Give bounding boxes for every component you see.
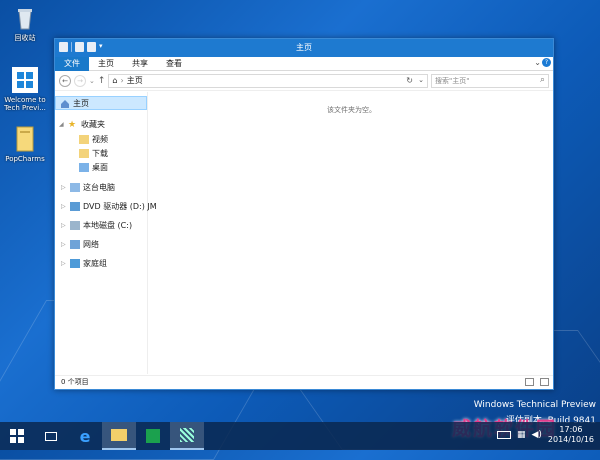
- address-dropdown-icon[interactable]: ⌄: [418, 76, 424, 84]
- up-button[interactable]: ↑: [98, 76, 106, 86]
- details-view-icon[interactable]: [525, 378, 534, 386]
- nav-label: 收藏夹: [81, 119, 105, 129]
- back-button[interactable]: ←: [59, 74, 71, 87]
- expand-chevron-icon[interactable]: ▷: [61, 203, 67, 210]
- keyboard-icon[interactable]: [496, 431, 511, 439]
- nav-label: 本地磁盘 (C:): [83, 220, 133, 230]
- refresh-icon[interactable]: ↻: [406, 76, 413, 85]
- app-icon: [180, 428, 194, 442]
- nav-item-videos[interactable]: 视频: [55, 132, 108, 146]
- tab-file[interactable]: 文件: [55, 56, 89, 71]
- homegroup-icon: [70, 258, 80, 268]
- downloads-folder-icon: [79, 148, 89, 158]
- explorer-window: ▾ 主页 文件 主页 共享 查看 ⌄ ? ← → ⌄ ↑ ⌂ › 主页 ↻ ⌄ …: [54, 38, 554, 390]
- home-icon: ⌂: [112, 76, 118, 85]
- file-icon: [11, 125, 39, 153]
- taskbar-file-explorer[interactable]: [102, 422, 136, 450]
- nav-item-home[interactable]: 主页: [55, 96, 147, 110]
- breadcrumb-separator-icon: ›: [120, 76, 124, 85]
- expand-ribbon-icon[interactable]: ⌄: [534, 58, 541, 67]
- home-icon: [60, 99, 70, 108]
- search-input[interactable]: 搜索"主页" ⌕: [431, 73, 549, 88]
- taskbar: e ▦ ◀) 17:06 2014/10/16: [0, 422, 600, 450]
- nav-label: 下载: [92, 148, 108, 158]
- file-explorer-icon: [111, 429, 127, 441]
- search-placeholder: 搜索"主页": [435, 76, 470, 85]
- desktop-icon-label: 回收站: [14, 34, 36, 42]
- status-bar: 0 个项目: [55, 375, 553, 389]
- taskbar-store[interactable]: [136, 422, 170, 450]
- clock-time: 17:06: [559, 425, 583, 434]
- taskbar-app[interactable]: [170, 422, 204, 450]
- view-switcher: [525, 378, 549, 386]
- desktop-icon-welcome[interactable]: Welcome to Tech Previ...: [0, 66, 50, 112]
- dvd-drive-icon: [70, 201, 80, 211]
- windows-logo-icon: [11, 66, 39, 94]
- volume-icon[interactable]: ◀): [531, 430, 541, 440]
- desktop-folder-icon: [79, 162, 89, 172]
- recycle-bin-icon: [11, 4, 39, 32]
- taskbar-ie[interactable]: e: [68, 422, 102, 450]
- task-view-button[interactable]: [34, 422, 68, 450]
- internet-explorer-icon: e: [79, 426, 91, 446]
- tab-view[interactable]: 查看: [157, 57, 191, 71]
- tab-share[interactable]: 共享: [123, 57, 157, 71]
- nav-label: 家庭组: [83, 258, 107, 268]
- nav-item-local-disk[interactable]: ▷ 本地磁盘 (C:): [55, 218, 132, 232]
- nav-label: 网络: [83, 239, 99, 249]
- desktop-icon-label: PopCharms: [5, 155, 45, 163]
- address-text: 主页: [126, 76, 143, 85]
- help-icon[interactable]: ?: [542, 58, 551, 67]
- system-tray: ▦ ◀) 17:06 2014/10/16: [496, 425, 594, 445]
- nav-item-this-pc[interactable]: ▷ 这台电脑: [55, 180, 115, 194]
- network-icon: [70, 239, 80, 249]
- task-view-icon: [45, 431, 57, 441]
- empty-folder-message: 该文件夹为空。: [327, 106, 376, 114]
- nav-item-network[interactable]: ▷ 网络: [55, 237, 99, 251]
- disk-icon: [70, 220, 80, 230]
- nav-item-desktop[interactable]: 桌面: [55, 160, 108, 174]
- clock-date: 2014/10/16: [547, 435, 594, 444]
- expand-chevron-icon[interactable]: ▷: [61, 241, 67, 248]
- computer-icon: [70, 182, 80, 192]
- navigation-bar: ← → ⌄ ↑ ⌂ › 主页 ↻ ⌄ 搜索"主页" ⌕: [55, 71, 553, 91]
- nav-item-homegroup[interactable]: ▷ 家庭组: [55, 256, 107, 270]
- collapse-chevron-icon[interactable]: ◢: [59, 121, 65, 128]
- nav-label: DVD 驱动器 (D:) JM: [83, 201, 157, 211]
- ribbon-tabs: 文件 主页 共享 查看 ⌄ ?: [55, 56, 553, 71]
- windows-start-icon: [10, 429, 24, 443]
- recent-chevron-icon[interactable]: ⌄: [89, 77, 95, 85]
- network-tray-icon[interactable]: ▦: [517, 430, 526, 440]
- videos-folder-icon: [79, 134, 89, 144]
- clock[interactable]: 17:06 2014/10/16: [548, 425, 594, 445]
- expand-chevron-icon[interactable]: ▷: [61, 260, 67, 267]
- desktop-icon-recycle-bin[interactable]: 回收站: [0, 4, 50, 42]
- address-bar[interactable]: ⌂ › 主页 ↻ ⌄: [108, 73, 428, 88]
- start-button[interactable]: [0, 422, 34, 450]
- nav-label: 主页: [73, 98, 89, 108]
- nav-label: 视频: [92, 134, 108, 144]
- build-watermark: Windows Technical Preview: [473, 400, 596, 410]
- nav-item-dvd[interactable]: ▷ DVD 驱动器 (D:) JM: [55, 199, 157, 213]
- star-icon: ★: [68, 119, 77, 130]
- navigation-pane: 主页 ◢ ★ 收藏夹 视频 下载 桌面 ▷ 这台电脑 ▷ DVD 驱动器 (D:…: [55, 92, 157, 374]
- search-icon: ⌕: [539, 74, 545, 85]
- nav-item-favorites[interactable]: ◢ ★ 收藏夹: [55, 117, 105, 131]
- item-count: 0 个项目: [61, 378, 89, 386]
- desktop-icon-label: Welcome to Tech Previ...: [4, 96, 46, 112]
- nav-item-downloads[interactable]: 下载: [55, 146, 108, 160]
- window-title: 主页: [296, 43, 312, 52]
- title-bar[interactable]: ▾ 主页: [55, 39, 553, 57]
- desktop-icon-popcharms[interactable]: PopCharms: [0, 125, 50, 163]
- nav-label: 这台电脑: [83, 182, 115, 192]
- nav-label: 桌面: [92, 162, 108, 172]
- large-icons-view-icon[interactable]: [540, 378, 549, 386]
- tab-home[interactable]: 主页: [89, 57, 123, 71]
- forward-button[interactable]: →: [74, 74, 86, 87]
- store-icon: [146, 429, 160, 443]
- expand-chevron-icon[interactable]: ▷: [61, 184, 67, 191]
- expand-chevron-icon[interactable]: ▷: [61, 222, 67, 229]
